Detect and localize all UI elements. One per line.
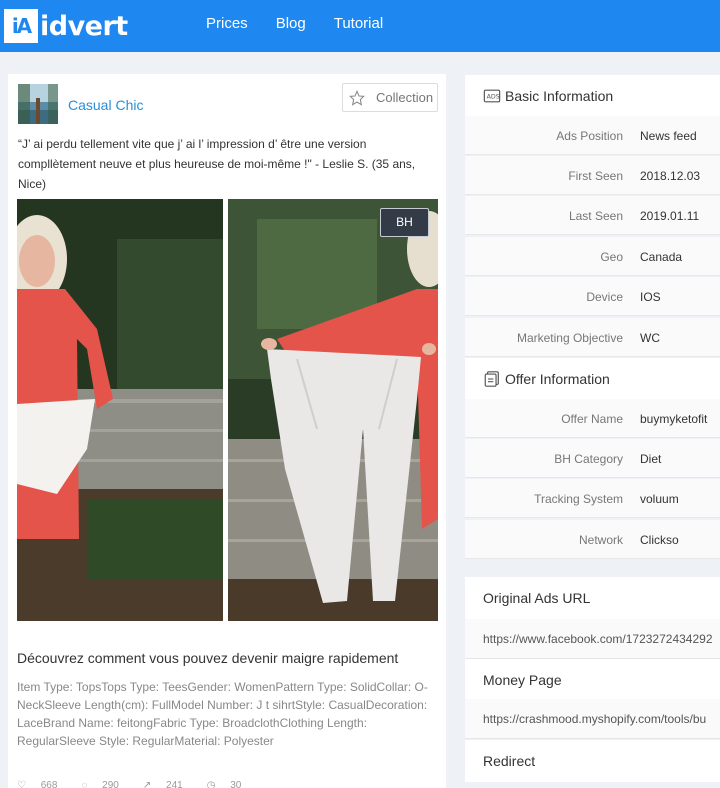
likes-count: 668 xyxy=(40,780,58,788)
info-value: WC xyxy=(640,331,660,345)
info-row-offer-name: Offer Name buymyketofit xyxy=(465,399,720,438)
shares-stat: ↗ 241 xyxy=(143,780,195,788)
info-label: Device xyxy=(586,290,623,304)
ad-stats: ♡ 668 ◌ 290 ↗ 241 ◷ 30 xyxy=(17,780,265,788)
original-ads-url-title: Original Ads URL xyxy=(465,577,720,619)
info-value: voluum xyxy=(640,492,679,506)
shares-count: 241 xyxy=(166,780,183,788)
info-value: 2018.12.03 xyxy=(640,169,701,183)
info-row-ads-position: Ads Position News feed xyxy=(465,116,720,155)
collection-label: Collection xyxy=(376,90,434,105)
money-page-title: Money Page xyxy=(465,659,720,701)
offer-info-header: Offer Information xyxy=(465,358,720,400)
info-label: Offer Name xyxy=(561,412,623,426)
info-row-last-seen: Last Seen 2019.01.11 xyxy=(465,196,720,235)
logo-text: idvert xyxy=(40,10,128,42)
ad-title: Découvrez comment vous pouvez devenir ma… xyxy=(17,650,399,666)
basic-info-header: ADS Basic Information xyxy=(465,75,720,117)
logo-mark: iA xyxy=(4,9,38,43)
collection-button[interactable]: Collection xyxy=(342,83,438,112)
ad-image[interactable] xyxy=(17,199,438,621)
share-icon: ↗ xyxy=(142,780,155,788)
info-label: Marketing Objective xyxy=(516,331,623,345)
info-label: Ads Position xyxy=(556,129,623,143)
info-label: Tracking System xyxy=(534,492,623,506)
ad-description: Item Type: TopsTops Type: TeesGender: Wo… xyxy=(17,680,428,748)
info-label: First Seen xyxy=(568,169,623,183)
ad-card: Casual Chic Collection “J’ ai perdu tell… xyxy=(8,74,446,788)
bh-badge: BH xyxy=(380,208,429,237)
info-label: BH Category xyxy=(554,452,623,466)
svg-text:ADS: ADS xyxy=(487,94,500,101)
info-value: IOS xyxy=(640,290,661,304)
money-page-url[interactable]: https://crashmood.myshopify.com/tools/bu xyxy=(465,699,720,739)
nav-prices[interactable]: Prices xyxy=(206,15,248,32)
info-row-bh-category: BH Category Diet xyxy=(465,439,720,478)
main-nav: Prices Blog Tutorial xyxy=(206,15,411,32)
info-value: buymyketofit xyxy=(640,412,708,426)
info-row-device: Device IOS xyxy=(465,277,720,316)
original-ads-url[interactable]: https://www.facebook.com/1723272434292 xyxy=(465,619,720,659)
ad-quote: “J’ ai perdu tellement vite que j’ ai l’… xyxy=(18,137,416,191)
star-icon xyxy=(349,89,365,106)
views-count: 30 xyxy=(230,780,242,788)
info-value: Canada xyxy=(640,250,683,264)
comments-stat: ◌ 290 xyxy=(81,780,130,788)
nav-blog[interactable]: Blog xyxy=(276,15,306,32)
info-row-geo: Geo Canada xyxy=(465,237,720,276)
site-logo[interactable]: iA idvert xyxy=(4,7,128,45)
offer-icon xyxy=(484,371,499,387)
comments-count: 290 xyxy=(102,780,119,788)
nav-tutorial[interactable]: Tutorial xyxy=(334,15,383,32)
views-stat: ◷ 30 xyxy=(207,780,254,788)
info-panel: ADS Basic Information Ads Position News … xyxy=(465,74,720,788)
likes-stat: ♡ 668 xyxy=(17,780,69,788)
info-row-marketing-objective: Marketing Objective WC xyxy=(465,318,720,357)
info-value: 2019.01.11 xyxy=(640,209,700,223)
info-row-first-seen: First Seen 2018.12.03 xyxy=(465,156,720,195)
info-label: Last Seen xyxy=(568,209,623,223)
basic-info-title: Basic Information xyxy=(505,88,614,104)
info-value: Diet xyxy=(640,452,662,466)
view-icon: ◷ xyxy=(206,780,219,788)
info-row-tracking-system: Tracking System voluum xyxy=(465,479,720,518)
brand-name[interactable]: Casual Chic xyxy=(68,97,143,113)
info-label: Network xyxy=(578,533,623,547)
brand-avatar[interactable] xyxy=(18,84,58,124)
redirect-title: Redirect xyxy=(465,740,720,782)
info-value: Clickso xyxy=(640,533,679,547)
top-navbar: iA idvert Prices Blog Tutorial xyxy=(0,0,720,52)
ads-icon: ADS xyxy=(483,89,501,103)
offer-info-title: Offer Information xyxy=(505,371,610,387)
info-row-network: Network Clickso xyxy=(465,520,720,559)
like-icon: ♡ xyxy=(17,780,29,788)
comment-icon: ◌ xyxy=(81,780,91,788)
info-value: News feed xyxy=(640,129,697,143)
info-label: Geo xyxy=(600,250,623,264)
